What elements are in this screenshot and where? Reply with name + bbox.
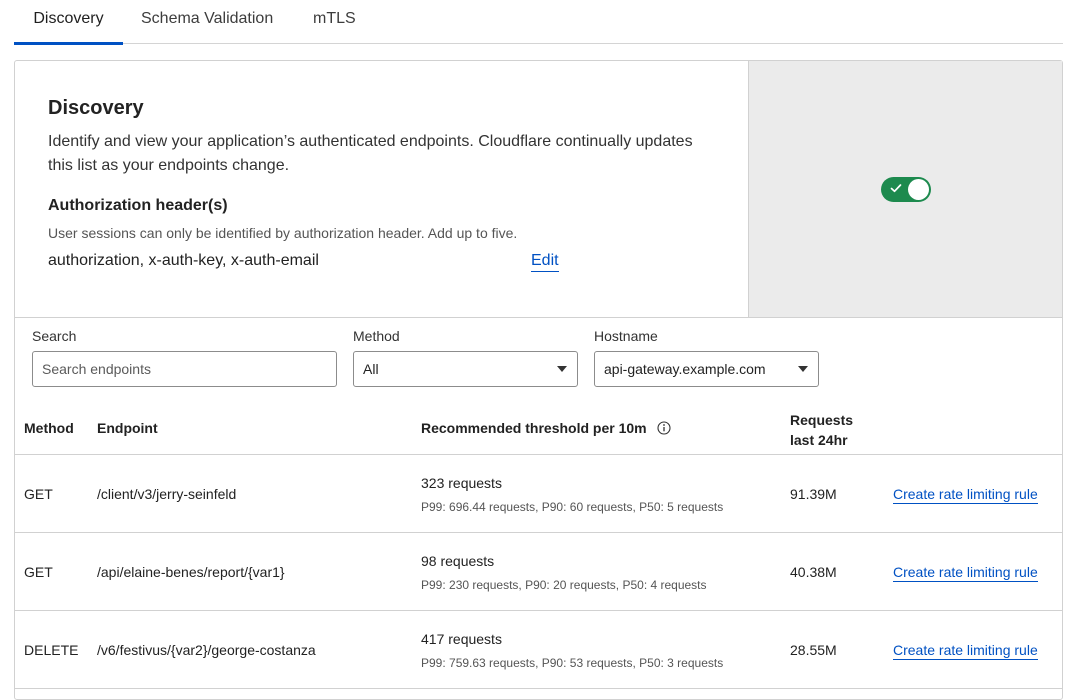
create-rate-limiting-rule-link[interactable]: Create rate limiting rule: [893, 642, 1038, 660]
row-percentiles: P99: 759.63 requests, P90: 53 requests, …: [421, 656, 724, 670]
column-header-endpoint: Endpoint: [97, 420, 158, 436]
auth-header-title: Authorization header(s): [48, 197, 228, 214]
discovery-panel: Discovery Identify and view your applica…: [14, 60, 1063, 700]
row-threshold: 98 requests: [421, 553, 495, 569]
hostname-select-value: api-gateway.example.com: [604, 361, 766, 377]
column-header-threshold: Recommended threshold per 10m: [421, 420, 671, 436]
info-icon[interactable]: [656, 421, 671, 435]
tab-mtls[interactable]: mTLS: [313, 0, 356, 44]
discovery-toggle[interactable]: [881, 177, 931, 202]
method-select[interactable]: All: [353, 351, 578, 387]
discovery-description: Identify and view your application’s aut…: [48, 133, 693, 174]
row-method: DELETE: [24, 642, 79, 658]
row-percentiles: P99: 230 requests, P90: 20 requests, P50…: [421, 578, 707, 592]
column-header-requests-line2: last 24hr: [790, 432, 848, 448]
page-title: Discovery: [48, 97, 144, 119]
table-row: GET /api/elaine-benes/report/{var1} 98 r…: [15, 533, 1062, 611]
search-input[interactable]: [32, 351, 337, 387]
row-threshold: 417 requests: [421, 631, 502, 647]
row-requests: 28.55M: [790, 642, 837, 658]
tab-bar: Discovery Schema Validation mTLS: [14, 0, 1063, 45]
search-label: Search: [32, 328, 77, 344]
column-header-method: Method: [24, 420, 74, 436]
create-rate-limiting-rule-link[interactable]: Create rate limiting rule: [893, 486, 1038, 504]
table-row: GET /client/v3/jerry-seinfeld 323 reques…: [15, 455, 1062, 533]
caret-down-icon: [798, 366, 808, 372]
auth-header-help: User sessions can only be identified by …: [48, 225, 518, 241]
column-header-requests-line1: Requests: [790, 412, 854, 428]
row-requests: 40.38M: [790, 564, 837, 580]
row-endpoint: /client/v3/jerry-seinfeld: [97, 486, 237, 502]
method-select-value: All: [363, 361, 379, 377]
tab-discovery[interactable]: Discovery: [14, 0, 123, 45]
column-header-requests: Requests last 24hr: [790, 410, 853, 450]
hostname-select[interactable]: api-gateway.example.com: [594, 351, 819, 387]
check-icon: [890, 184, 902, 193]
row-endpoint: /api/elaine-benes/report/{var1}: [97, 564, 285, 580]
row-method: GET: [24, 564, 53, 580]
auth-headers-value: authorization, x-auth-key, x-auth-email: [48, 252, 319, 269]
caret-down-icon: [557, 366, 567, 372]
row-threshold: 323 requests: [421, 475, 502, 491]
divider: [15, 317, 1062, 318]
hostname-label: Hostname: [594, 328, 658, 344]
row-method: GET: [24, 486, 53, 502]
edit-auth-headers-link[interactable]: Edit: [531, 252, 559, 272]
column-header-threshold-label: Recommended threshold per 10m: [421, 420, 647, 436]
row-endpoint: /v6/festivus/{var2}/george-costanza: [97, 642, 316, 658]
create-rate-limiting-rule-link[interactable]: Create rate limiting rule: [893, 564, 1038, 582]
tab-schema-validation[interactable]: Schema Validation: [141, 0, 273, 44]
method-label: Method: [353, 328, 400, 344]
toggle-knob: [908, 179, 929, 200]
row-requests: 91.39M: [790, 486, 837, 502]
row-percentiles: P99: 696.44 requests, P90: 60 requests, …: [421, 500, 724, 514]
table-row: DELETE /v6/festivus/{var2}/george-costan…: [15, 611, 1062, 689]
